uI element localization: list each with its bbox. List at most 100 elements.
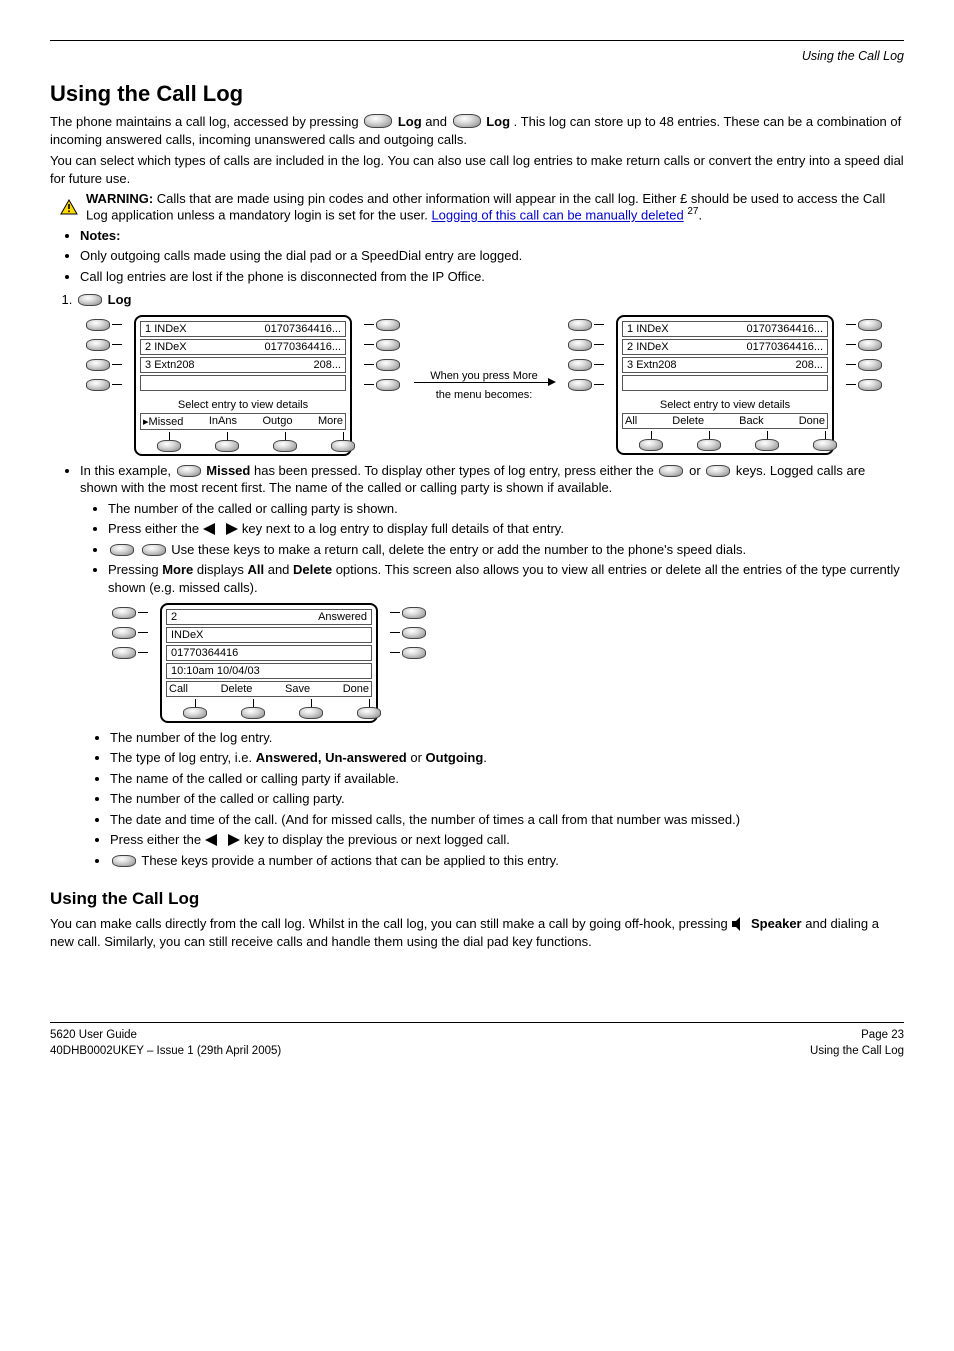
intro-para-2: You can select which types of calls are … bbox=[50, 152, 904, 187]
between-lcd-note: When you press More the menu becomes: bbox=[414, 370, 554, 401]
left-arrow-icon bbox=[205, 834, 217, 846]
side-oval-icon bbox=[402, 607, 426, 619]
detail-item: The number of the called or calling part… bbox=[110, 790, 904, 808]
footer-row-2: 40DHB0002UKEY – Issue 1 (29th April 2005… bbox=[50, 1045, 904, 1057]
warning-link[interactable]: Logging of this call can be manually del… bbox=[431, 208, 683, 223]
bottom-rule bbox=[50, 1022, 904, 1023]
call-intro: You can make calls directly from the cal… bbox=[50, 915, 904, 950]
detail-item: The name of the called or calling party … bbox=[110, 770, 904, 788]
detail-item: The type of log entry, i.e. Answered, Un… bbox=[110, 749, 904, 767]
lcd2-hint: Select entry to view details bbox=[622, 393, 828, 413]
side-oval-icon bbox=[568, 339, 592, 351]
use-item: The number of the called or calling part… bbox=[108, 500, 904, 518]
softkey-oval-icon bbox=[157, 440, 181, 452]
side-oval-icon bbox=[112, 627, 136, 639]
softkey-oval-icon bbox=[183, 707, 207, 719]
section-title: Using the Call Log bbox=[50, 81, 904, 107]
softkey-oval-icon bbox=[697, 439, 721, 451]
detail-item: The number of the log entry. bbox=[110, 729, 904, 747]
note-item: Call log entries are lost if the phone i… bbox=[80, 268, 904, 286]
side-oval-icon bbox=[112, 607, 136, 619]
side-oval-icon bbox=[86, 319, 110, 331]
lcd-panel-2: 1 INDeX01707364416... 2 INDeX01770364416… bbox=[616, 315, 834, 455]
side-oval-icon bbox=[86, 359, 110, 371]
speaker-icon bbox=[731, 916, 751, 931]
lcd-row-1: 1 INDeX01707364416... 2 INDeX01770364416… bbox=[84, 315, 904, 456]
oval-button-icon bbox=[706, 465, 730, 477]
right-arrow-icon bbox=[226, 523, 238, 535]
oval-button-icon bbox=[110, 544, 134, 556]
footer-left: 5620 User Guide bbox=[50, 1029, 137, 1041]
softkey-oval-icon bbox=[813, 439, 837, 451]
oval-button-icon bbox=[364, 114, 392, 128]
side-oval-icon bbox=[568, 359, 592, 371]
side-oval-icon bbox=[568, 319, 592, 331]
oval-button-icon bbox=[177, 465, 201, 477]
side-oval-icon bbox=[376, 319, 400, 331]
side-oval-icon bbox=[402, 627, 426, 639]
oval-button-icon bbox=[78, 294, 102, 306]
lcd1-hint: Select entry to view details bbox=[140, 393, 346, 413]
oval-button-icon bbox=[659, 465, 683, 477]
detail-item: The date and time of the call. (And for … bbox=[110, 811, 904, 829]
footer-left-2: 40DHB0002UKEY – Issue 1 (29th April 2005… bbox=[50, 1045, 281, 1057]
use-item: Press either the key next to a log entry… bbox=[108, 520, 904, 538]
header-right: Using the Call Log bbox=[802, 49, 904, 63]
oval-button-icon bbox=[142, 544, 166, 556]
notes-label: Notes: bbox=[80, 228, 120, 243]
log-label-1: Log bbox=[398, 114, 422, 129]
softkey-oval-icon bbox=[215, 440, 239, 452]
side-buttons-left-2 bbox=[566, 315, 604, 391]
lcd-panel-1: 1 INDeX01707364416... 2 INDeX01770364416… bbox=[134, 315, 352, 456]
footer-right: Page 23 bbox=[861, 1029, 904, 1041]
notes-list: Notes: Only outgoing calls made using th… bbox=[50, 227, 904, 286]
side-oval-icon bbox=[858, 359, 882, 371]
softkey-oval-icon bbox=[331, 440, 355, 452]
subsection-title: Using the Call Log bbox=[50, 889, 904, 909]
warning-triangle-icon bbox=[60, 199, 78, 215]
use-list-1: In this example, Missed has been pressed… bbox=[50, 462, 904, 597]
log-step-label: Log bbox=[108, 292, 132, 307]
side-oval-icon bbox=[568, 379, 592, 391]
side-oval-icon bbox=[86, 339, 110, 351]
log-label-2: Log bbox=[486, 114, 510, 129]
side-oval-icon bbox=[858, 339, 882, 351]
softkey-oval-icon bbox=[273, 440, 297, 452]
speaker-label: Speaker bbox=[751, 916, 802, 931]
side-oval-icon bbox=[858, 319, 882, 331]
footer-right-2: Using the Call Log bbox=[810, 1045, 904, 1057]
side-buttons-right bbox=[364, 315, 402, 391]
side-oval-icon bbox=[376, 379, 400, 391]
softkey-oval-icon bbox=[639, 439, 663, 451]
detail-item: Press either the key to display the prev… bbox=[110, 831, 904, 849]
warning-row: WARNING: Calls that are made using pin c… bbox=[60, 191, 904, 222]
side-oval-icon bbox=[402, 647, 426, 659]
right-arrow-icon bbox=[228, 834, 240, 846]
use-list-2: The number of the log entry. The type of… bbox=[82, 729, 904, 870]
note-item: Only outgoing calls made using the dial … bbox=[80, 247, 904, 265]
side-oval-icon bbox=[86, 379, 110, 391]
use-item: Use these keys to make a return call, de… bbox=[108, 541, 904, 559]
side-buttons-left bbox=[84, 315, 122, 391]
softkey-oval-icon bbox=[357, 707, 381, 719]
side-oval-icon bbox=[112, 647, 136, 659]
numbered-list-1: Log bbox=[50, 291, 904, 309]
warning-label: WARNING: bbox=[86, 191, 153, 206]
side-oval-icon bbox=[376, 339, 400, 351]
lcd-row-2: 2Answered INDeX 01770364416 10:10am 10/0… bbox=[110, 603, 904, 723]
oval-button-icon bbox=[453, 114, 481, 128]
softkey-oval-icon bbox=[755, 439, 779, 451]
lcd-panel-detail: 2Answered INDeX 01770364416 10:10am 10/0… bbox=[160, 603, 378, 723]
use-item: Pressing More displays All and Delete op… bbox=[108, 561, 904, 596]
left-arrow-icon bbox=[203, 523, 215, 535]
missed-label: Missed bbox=[206, 463, 250, 478]
side-buttons-right-2 bbox=[846, 315, 884, 391]
detail-item: These keys provide a number of actions t… bbox=[110, 852, 904, 870]
warning-link-ref: 27 bbox=[687, 206, 698, 217]
side-oval-icon bbox=[858, 379, 882, 391]
softkey-oval-icon bbox=[241, 707, 265, 719]
oval-button-icon bbox=[112, 855, 136, 867]
side-oval-icon bbox=[376, 359, 400, 371]
softkey-oval-icon bbox=[299, 707, 323, 719]
intro-para-1: The phone maintains a call log, accessed… bbox=[50, 113, 904, 148]
